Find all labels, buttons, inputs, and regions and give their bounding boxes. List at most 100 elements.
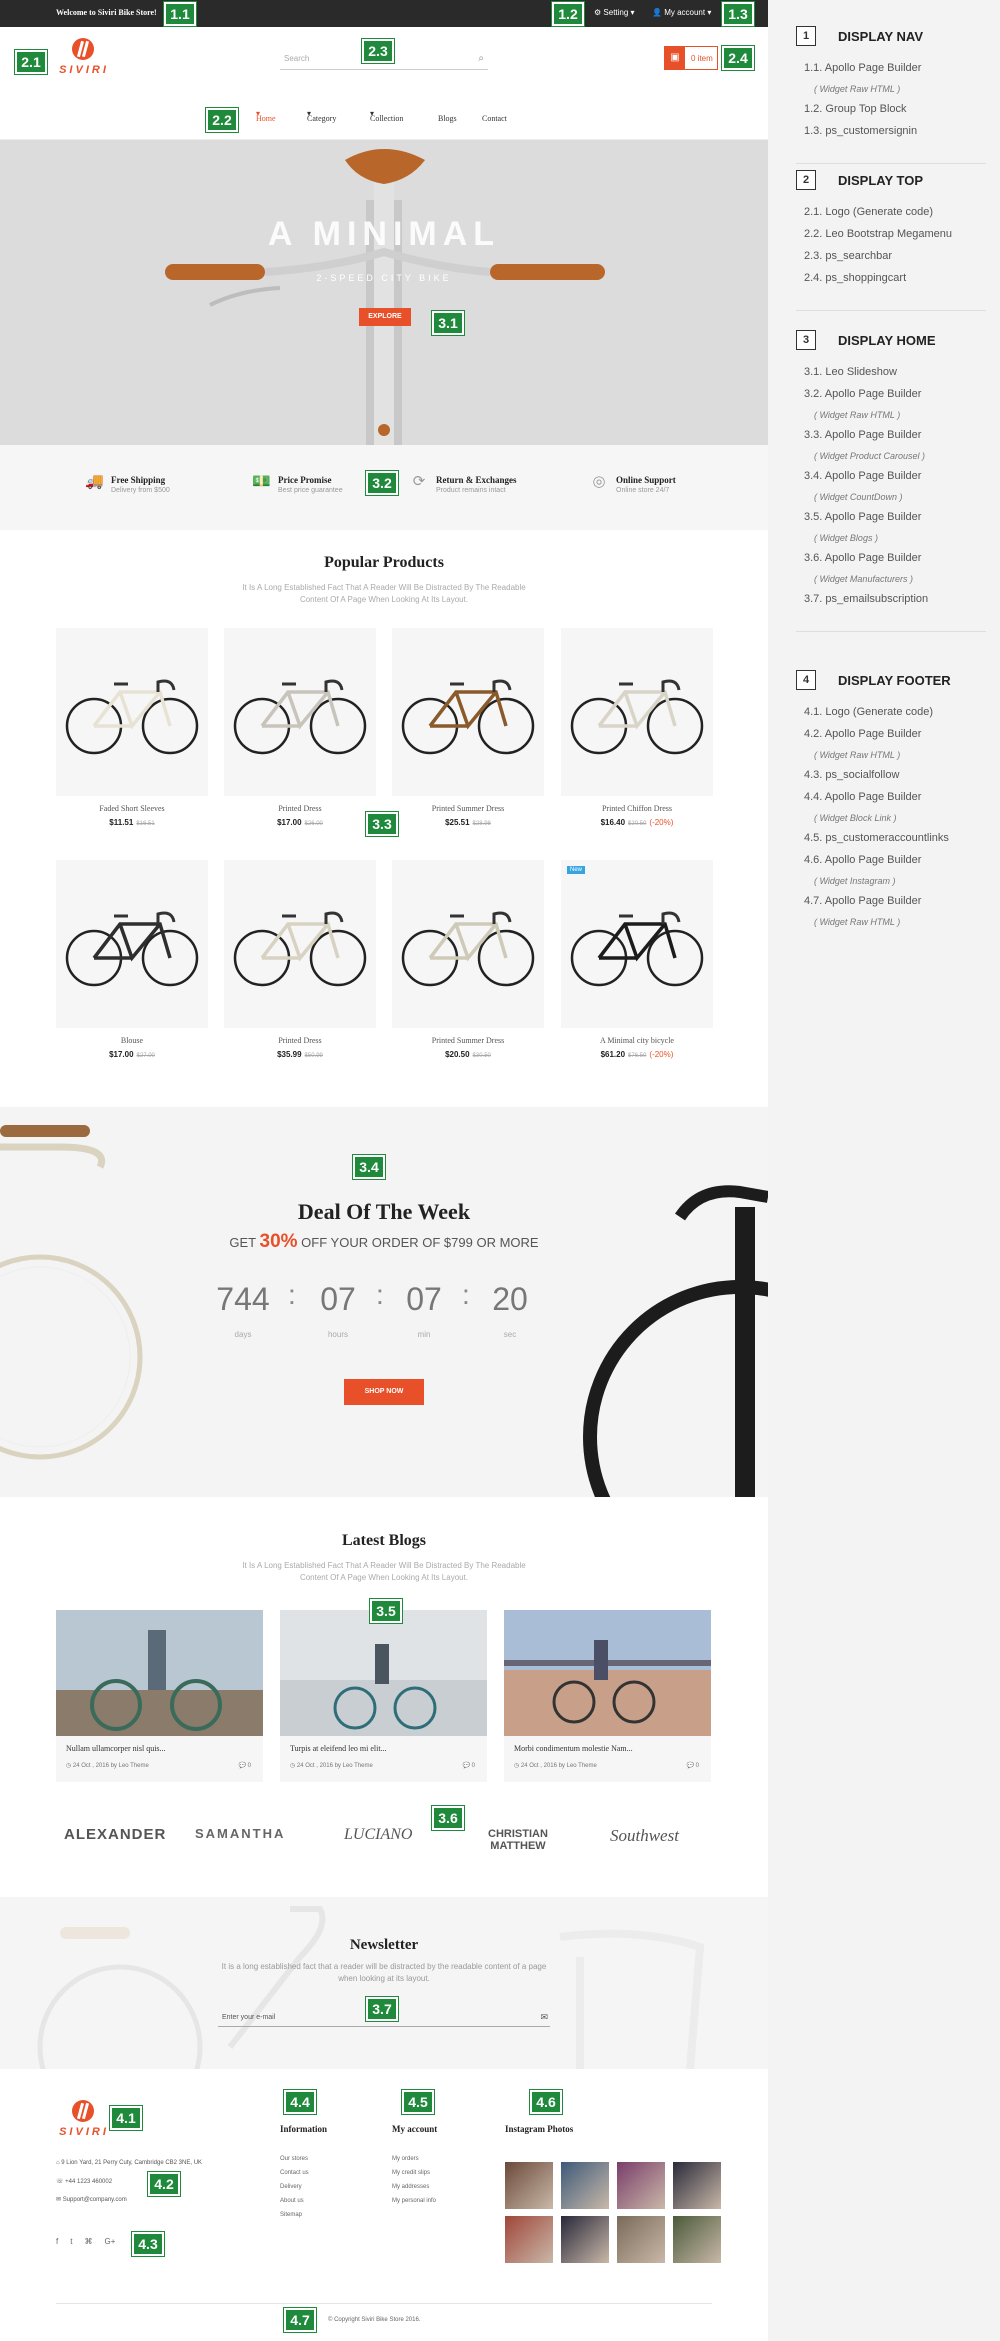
- product-name[interactable]: Faded Short Sleeves: [56, 804, 208, 813]
- instagram-photo[interactable]: [617, 2216, 665, 2263]
- product-card[interactable]: [56, 860, 208, 1028]
- brand-logo[interactable]: SAMANTHA: [195, 1826, 285, 1841]
- product-name[interactable]: A Minimal city bicycle: [561, 1036, 713, 1045]
- footer-link[interactable]: Delivery: [280, 2184, 327, 2190]
- legend-divider: [796, 631, 986, 632]
- footer-email[interactable]: ✉ Support@company.com: [56, 2196, 127, 2203]
- section-badge: 4.4: [284, 2090, 316, 2114]
- product-card[interactable]: [392, 860, 544, 1028]
- product-name[interactable]: Printed Dress: [224, 1036, 376, 1045]
- search-icon[interactable]: ⌕: [478, 53, 484, 64]
- product-card[interactable]: [56, 628, 208, 796]
- footer-link[interactable]: About us: [280, 2198, 327, 2204]
- section-badge: 2.4: [722, 46, 754, 70]
- product-card[interactable]: [224, 860, 376, 1028]
- menu-item-home[interactable]: Home ▾: [256, 109, 276, 123]
- legend-item: 4.4. Apollo Page Builder: [804, 791, 922, 803]
- feature-desc: Delivery from $500: [111, 487, 170, 494]
- blog-image: [504, 1610, 711, 1736]
- product-price: $35.99 $50.99: [224, 1050, 376, 1059]
- explore-button[interactable]: EXPLORE: [359, 308, 411, 326]
- product-card[interactable]: [392, 628, 544, 796]
- footer-link[interactable]: Our stores: [280, 2156, 327, 2162]
- footer-link[interactable]: Sitemap: [280, 2212, 327, 2218]
- popular-desc: It Is A Long Established Fact That A Rea…: [242, 583, 526, 604]
- brand-logo[interactable]: LUCIANO: [344, 1826, 412, 1844]
- blog-meta-text: 24 Oct , 2016 by Leo Theme: [72, 1763, 149, 1769]
- legend-number: 1: [796, 26, 816, 46]
- section-badge: 4.2: [148, 2172, 180, 2196]
- price-old: $16.51: [136, 821, 155, 827]
- brand-logo[interactable]: Southwest: [610, 1826, 679, 1846]
- refresh-icon: ⟳: [412, 473, 426, 490]
- blog-comments: 0: [695, 1763, 699, 1769]
- footer-link[interactable]: My addresses: [392, 2184, 437, 2190]
- footer-link[interactable]: Contact us: [280, 2170, 327, 2176]
- footer-logo[interactable]: SIVIRI: [54, 2100, 114, 2146]
- cart-button[interactable]: ▣ 0 item: [664, 46, 718, 70]
- rss-icon[interactable]: ⌘: [84, 2237, 92, 2246]
- product-name[interactable]: Printed Chiffon Dress: [561, 804, 713, 813]
- search-placeholder: Search: [284, 54, 310, 63]
- footer-link[interactable]: My orders: [392, 2156, 437, 2162]
- logo-mark-icon: [72, 38, 94, 60]
- price-old: $20.50: [628, 821, 647, 827]
- legend-item: 3.5. Apollo Page Builder: [804, 511, 922, 523]
- footer-link[interactable]: My credit slips: [392, 2170, 437, 2176]
- instagram-photo[interactable]: [673, 2216, 721, 2263]
- blog-card[interactable]: Nullam ullamcorper nisl quis... ◷ 24 Oct…: [56, 1610, 263, 1782]
- blog-image: [56, 1610, 263, 1736]
- legend-divider: [796, 163, 986, 164]
- comment-icon: 💬 0: [462, 1763, 475, 1769]
- product-name[interactable]: Printed Dress: [224, 804, 376, 813]
- instagram-photo[interactable]: [617, 2162, 665, 2209]
- blog-card[interactable]: Turpis at eleifend leo mi elit... ◷ 24 O…: [280, 1610, 487, 1782]
- instagram-photo[interactable]: [505, 2216, 553, 2263]
- menu-item-category[interactable]: Category ▾: [307, 109, 336, 123]
- product-bike-image: [233, 911, 367, 987]
- section-badge: 3.3: [366, 812, 398, 836]
- price-current: $25.51: [445, 818, 470, 827]
- account-dropdown[interactable]: 👤 My account ▾: [652, 8, 711, 17]
- instagram-photo[interactable]: [673, 2162, 721, 2209]
- logo-text: SIVIRI: [59, 2126, 109, 2138]
- setting-label: Setting: [603, 8, 629, 17]
- setting-dropdown[interactable]: ⚙ Setting ▾: [594, 8, 635, 17]
- product-card[interactable]: [224, 628, 376, 796]
- product-price: $16.40 $20.50 (-20%): [561, 818, 713, 827]
- product-name[interactable]: Printed Summer Dress: [392, 804, 544, 813]
- site-logo[interactable]: SIVIRI: [54, 38, 114, 84]
- instagram-photo[interactable]: [561, 2216, 609, 2263]
- legend-number: 3: [796, 330, 816, 350]
- brand-logo[interactable]: ALEXANDER: [64, 1826, 166, 1843]
- product-name[interactable]: Printed Summer Dress: [392, 1036, 544, 1045]
- product-name[interactable]: Blouse: [56, 1036, 208, 1045]
- instagram-photo[interactable]: [561, 2162, 609, 2209]
- deal-of-week: 3.4 Deal Of The Week GET 30% OFF YOUR OR…: [0, 1107, 768, 1497]
- instagram-photo[interactable]: [505, 2162, 553, 2209]
- newsletter-title: Newsletter: [349, 1937, 419, 1953]
- account-label: My account: [664, 8, 706, 17]
- section-badge: 2.1: [15, 50, 47, 74]
- blog-card[interactable]: Morbi condimentum molestie Nam... ◷ 24 O…: [504, 1610, 711, 1782]
- deal-offer-pct: 30%: [259, 1231, 298, 1252]
- twitter-icon[interactable]: t: [70, 2237, 72, 2246]
- menu-item-collection[interactable]: Collection ▾: [370, 109, 403, 123]
- send-icon[interactable]: ✉: [540, 2012, 548, 2023]
- storefront: Welcome to Siviri Bike Store! ⚙ Setting …: [0, 0, 768, 2341]
- product-card[interactable]: [561, 860, 713, 1028]
- shop-now-button[interactable]: SHOP NOW: [344, 1379, 424, 1405]
- brand-logo[interactable]: CHRISTIAN MATTHEW: [466, 1828, 570, 1852]
- legend-title: DISPLAY NAV: [838, 29, 924, 44]
- legend-item: 3.7. ps_emailsubscription: [804, 593, 929, 605]
- price-current: $17.00: [277, 818, 302, 827]
- price-current: $61.20: [600, 1050, 626, 1059]
- blog-comments: 0: [471, 1763, 475, 1769]
- product-bike-image: [401, 911, 535, 987]
- popular-title: Popular Products: [324, 554, 444, 571]
- price-old: $50.99: [304, 1053, 323, 1059]
- facebook-icon[interactable]: f: [56, 2237, 58, 2246]
- google-plus-icon[interactable]: G+: [104, 2237, 115, 2246]
- footer-link[interactable]: My personal info: [392, 2198, 437, 2204]
- product-card[interactable]: [561, 628, 713, 796]
